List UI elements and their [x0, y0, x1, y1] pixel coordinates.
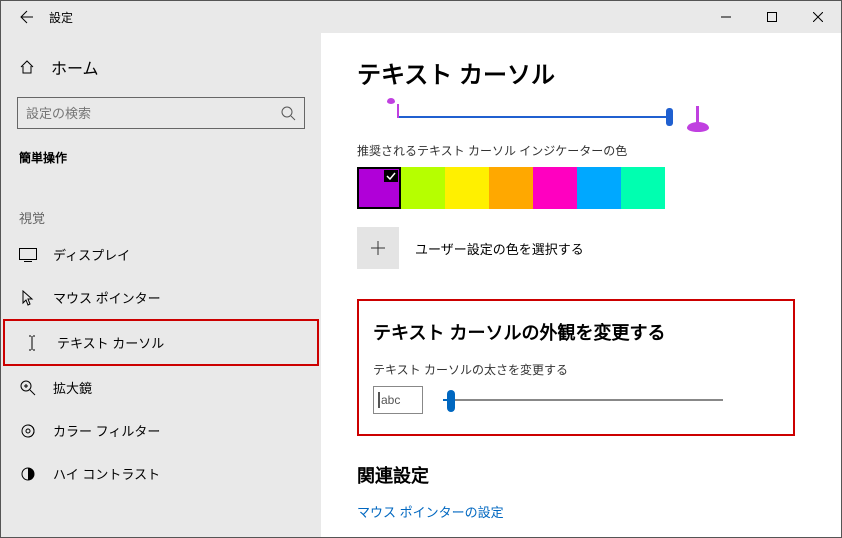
thickness-slider[interactable] — [443, 399, 723, 401]
indicator-head-left — [387, 98, 395, 104]
color-filter-icon — [19, 423, 37, 439]
plus-icon — [370, 240, 386, 256]
home-nav[interactable]: ホーム — [1, 47, 321, 87]
slider-thumb[interactable] — [447, 390, 455, 412]
display-icon — [19, 248, 37, 262]
titlebar: 設定 — [1, 1, 841, 33]
custom-color-row[interactable]: ユーザー設定の色を選択する — [357, 227, 805, 269]
thickness-label: テキスト カーソルの太さを変更する — [373, 361, 779, 378]
sidebar-item-text-cursor[interactable]: テキスト カーソル — [3, 319, 319, 366]
minimize-icon — [721, 12, 731, 22]
related-link-mouse-pointer[interactable]: マウス ポインターの設定 — [357, 502, 805, 521]
sidebar-item-display[interactable]: ディスプレイ — [1, 233, 321, 276]
color-swatch-2[interactable] — [445, 167, 489, 209]
maximize-button[interactable] — [749, 1, 795, 33]
home-label: ホーム — [51, 55, 99, 79]
magnifier-icon — [19, 380, 37, 396]
add-color-button[interactable] — [357, 227, 399, 269]
window-title: 設定 — [49, 9, 73, 26]
indicator-line — [399, 116, 673, 118]
sidebar-item-label: テキスト カーソル — [57, 333, 164, 352]
related-settings: 関連設定 マウス ポインターの設定 — [357, 462, 805, 521]
sidebar-category: 簡単操作 — [1, 147, 321, 184]
arrow-left-icon — [17, 9, 33, 25]
related-title: 関連設定 — [357, 462, 805, 488]
sidebar-item-high-contrast[interactable]: ハイ コントラスト — [1, 452, 321, 495]
color-swatch-5[interactable] — [577, 167, 621, 209]
sidebar-item-label: ディスプレイ — [53, 245, 130, 264]
thickness-preview: abc — [373, 386, 423, 414]
indicator-knob — [666, 108, 673, 126]
thickness-row: abc — [373, 386, 779, 414]
appearance-highlight: テキスト カーソルの外観を変更する テキスト カーソルの太さを変更する abc — [357, 299, 795, 436]
back-button[interactable] — [1, 1, 49, 33]
settings-window: 設定 ホーム 簡単操作 視覚 ディスプレイ マウス — [0, 0, 842, 538]
color-swatch-4[interactable] — [533, 167, 577, 209]
preview-caret — [378, 392, 380, 408]
search-icon — [280, 105, 296, 121]
sidebar-item-magnifier[interactable]: 拡大鏡 — [1, 366, 321, 409]
check-icon — [384, 170, 398, 182]
minimize-button[interactable] — [703, 1, 749, 33]
search-box[interactable] — [17, 97, 305, 129]
window-controls — [703, 1, 841, 33]
color-swatch-0[interactable] — [357, 167, 401, 209]
indicator-head-right — [687, 122, 709, 132]
custom-color-label: ユーザー設定の色を選択する — [415, 239, 584, 258]
sidebar-item-label: 拡大鏡 — [53, 378, 92, 397]
color-swatches — [357, 167, 805, 209]
maximize-icon — [767, 12, 777, 22]
sidebar-item-label: カラー フィルター — [53, 421, 160, 440]
recommended-color-label: 推奨されるテキスト カーソル インジケーターの色 — [357, 142, 805, 159]
content: テキスト カーソル 推奨されるテキスト カーソル インジケーターの色 ユーザー設… — [321, 33, 841, 537]
sidebar-section-vision: 視覚 — [1, 202, 321, 233]
sidebar: ホーム 簡単操作 視覚 ディスプレイ マウス ポインター テキスト カーソル — [1, 33, 321, 537]
body: ホーム 簡単操作 視覚 ディスプレイ マウス ポインター テキスト カーソル — [1, 33, 841, 537]
page-title: テキスト カーソル — [357, 55, 805, 90]
sidebar-item-mouse-pointer[interactable]: マウス ポインター — [1, 276, 321, 319]
search-input[interactable] — [26, 106, 280, 121]
appearance-title: テキスト カーソルの外観を変更する — [373, 319, 779, 345]
sidebar-item-color-filter[interactable]: カラー フィルター — [1, 409, 321, 452]
preview-text: abc — [381, 393, 400, 407]
sidebar-item-label: ハイ コントラスト — [53, 464, 160, 483]
pointer-icon — [19, 290, 37, 306]
sidebar-item-label: マウス ポインター — [53, 288, 161, 307]
close-icon — [813, 12, 823, 22]
contrast-icon — [19, 466, 37, 482]
color-swatch-1[interactable] — [401, 167, 445, 209]
text-cursor-icon — [23, 335, 41, 351]
cursor-indicator-preview — [357, 104, 697, 134]
home-icon — [19, 59, 37, 75]
close-button[interactable] — [795, 1, 841, 33]
color-swatch-6[interactable] — [621, 167, 665, 209]
color-swatch-3[interactable] — [489, 167, 533, 209]
